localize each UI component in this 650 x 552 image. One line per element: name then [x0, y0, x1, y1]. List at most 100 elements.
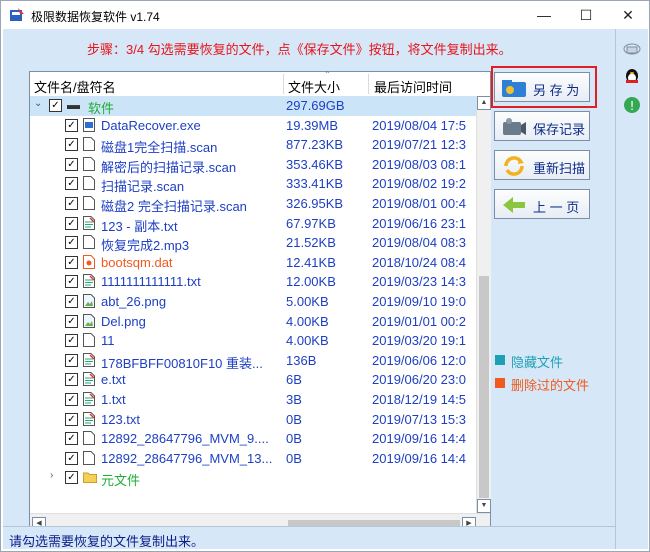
file-size: 326.95KB — [286, 196, 344, 211]
scroll-down-icon[interactable]: ▼ — [477, 499, 491, 513]
file-row[interactable]: ✓ 1111111111111.txt 12.00KB 2019/03/23 14:3 — [30, 272, 476, 292]
client-area: 步骤：3/4 勾选需要恢复的文件，点《保存文件》按钮，将文件复制出来。 文件名/… — [3, 29, 648, 549]
file-row[interactable]: ✓ 扫描记录.scan 333.41KB 2019/08/02 19:2 — [30, 174, 476, 194]
file-name: 123.txt — [101, 411, 141, 427]
header-separator — [283, 74, 284, 94]
text-file-icon — [83, 372, 95, 387]
file-row[interactable]: ✓ bootsqm.dat 12.41KB 2018/10/24 08:4 — [30, 253, 476, 273]
root-checkbox[interactable]: ✓ — [49, 99, 62, 112]
file-date: 2019/01/01 00:2 — [372, 313, 466, 329]
file-size: 877.23KB — [286, 137, 344, 153]
header-size[interactable]: 文件大小 — [288, 77, 340, 96]
file-checkbox[interactable]: ✓ — [65, 197, 78, 210]
file-name: e.txt — [101, 372, 126, 388]
file-name: abt_26.png — [101, 294, 167, 309]
file-size: 4.00KB — [286, 333, 329, 349]
file-row[interactable]: ✓ 178BFBFF00810F10 重装... 136B 2019/06/06 12… — [30, 351, 476, 371]
file-checkbox[interactable]: ✓ — [65, 216, 78, 230]
file-row[interactable]: ✓ 123.txt 0B 2019/07/13 15:3 — [30, 410, 476, 430]
expand-icon[interactable]: › — [50, 470, 53, 481]
file-size: 12.41KB — [286, 254, 336, 270]
file-checkbox[interactable]: ✓ — [65, 255, 78, 269]
minimize-button[interactable]: — — [523, 1, 565, 29]
file-name: 恢复完成2.mp3 — [101, 238, 190, 254]
blank-file-icon — [83, 156, 95, 171]
file-checkbox[interactable]: ✓ — [65, 138, 78, 152]
vertical-scrollbar[interactable]: ▲ ▼ — [476, 96, 491, 513]
file-row[interactable]: ✓ 恢复完成2.mp3 21.52KB 2019/08/04 08:3 — [30, 233, 476, 253]
file-checkbox[interactable]: ✓ — [65, 314, 78, 328]
scroll-up-icon[interactable]: ▲ — [477, 96, 491, 110]
step-instruction: 步骤：3/4 勾选需要恢复的文件，点《保存文件》按钮，将文件复制出来。 — [87, 42, 512, 57]
text-file-icon — [83, 392, 95, 406]
side-toolbar: ! — [615, 29, 648, 549]
legend-hidden-label: 隐藏文件 — [511, 355, 564, 370]
save-record-button[interactable]: 保存记录 — [494, 111, 590, 141]
vertical-scroll-thumb[interactable] — [479, 276, 489, 498]
file-checkbox[interactable]: ✓ — [65, 393, 78, 406]
close-button[interactable]: ✕ — [607, 1, 649, 29]
file-checkbox[interactable]: ✓ — [65, 373, 78, 387]
file-checkbox[interactable]: ✓ — [65, 432, 78, 446]
file-checkbox[interactable]: ✓ — [65, 118, 78, 132]
file-row[interactable]: ✓ Del.png 4.00KB 2019/01/01 00:2 — [30, 312, 476, 332]
file-date: 2019/06/06 12:0 — [372, 352, 466, 368]
rescan-button[interactable]: 重新扫描 — [494, 150, 590, 180]
qq-penguin-icon[interactable] — [622, 67, 642, 87]
header-date[interactable]: 最后访问时间 — [374, 77, 452, 96]
prev-page-button[interactable]: 上 一 页 — [494, 189, 590, 219]
maximize-button[interactable]: ☐ — [565, 1, 607, 29]
header-name[interactable]: 文件名/盘符名 — [34, 77, 116, 96]
file-row[interactable]: ✓ e.txt 6B 2019/06/20 23:0 — [30, 370, 476, 390]
file-row[interactable]: ✓ DataRecover.exe 19.39MB 2019/08/04 17:5 — [30, 116, 476, 136]
file-checkbox[interactable]: ✓ — [65, 412, 78, 426]
file-date: 2019/06/16 23:1 — [372, 215, 466, 231]
text-file-icon — [83, 274, 95, 289]
help-icon[interactable]: ! — [622, 95, 642, 115]
file-name: 磁盘1完全扫描.scan — [101, 140, 218, 156]
file-name: 解密后的扫描记录.scan — [101, 159, 237, 175]
file-row[interactable]: ✓ 1.txt 3B 2018/12/19 14:5 — [30, 390, 476, 410]
app-window: 极限数据恢复软件 v1.74 — ☐ ✕ 步骤：3/4 勾选需要恢复的文件，点《… — [0, 0, 650, 552]
file-checkbox[interactable]: ✓ — [65, 334, 78, 348]
file-checkbox[interactable]: ✓ — [65, 275, 78, 289]
folder-checkbox[interactable]: ✓ — [65, 471, 78, 485]
network-icon[interactable] — [622, 39, 642, 59]
file-row[interactable]: ✓ abt_26.png 5.00KB 2019/09/10 19:0 — [30, 292, 476, 312]
file-checkbox[interactable]: ✓ — [65, 157, 78, 171]
file-checkbox[interactable]: ✓ — [65, 236, 78, 250]
file-date: 2019/08/04 08:3 — [372, 235, 466, 251]
file-checkbox[interactable]: ✓ — [65, 295, 78, 308]
title-bar: 极限数据恢复软件 v1.74 — ☐ ✕ — [1, 1, 649, 29]
header-separator — [368, 74, 369, 94]
camera-icon — [503, 118, 526, 135]
file-row[interactable]: ✓ 11 4.00KB 2019/03/20 19:1 — [30, 331, 476, 351]
folder-icon — [83, 470, 97, 484]
root-size: 297.69GB — [286, 98, 345, 113]
file-rows: ⌄ ✓ ▬ 软件 297.69GB ✓ DataRecover.exe 19.39M… — [30, 96, 476, 513]
file-row[interactable]: ✓ 解密后的扫描记录.scan 353.46KB 2019/08/03 08:1 — [30, 155, 476, 175]
file-row[interactable]: ✓ 磁盘2 完全扫描记录.scan 326.95KB 2019/08/01 00:4 — [30, 194, 476, 214]
file-checkbox[interactable]: ✓ — [65, 451, 78, 465]
file-date: 2019/09/16 14:4 — [372, 450, 466, 466]
file-size: 12.00KB — [286, 274, 336, 290]
file-size: 353.46KB — [286, 156, 344, 172]
blank-file-icon — [83, 431, 95, 446]
root-row[interactable]: ⌄ ✓ ▬ 软件 297.69GB — [30, 96, 476, 116]
file-size: 19.39MB — [286, 117, 339, 133]
collapse-icon[interactable]: ⌄ — [34, 98, 42, 109]
file-size: 21.52KB — [286, 235, 336, 251]
file-row[interactable]: ✓ 123 - 副本.txt 67.97KB 2019/06/16 23:1 — [30, 214, 476, 234]
file-size: 0B — [286, 411, 302, 427]
save-folder-icon — [502, 80, 526, 97]
file-row[interactable]: ✓ 12892_28647796_MVM_13... 0B 2019/09/16 14… — [30, 449, 476, 469]
file-date: 2019/08/02 19:2 — [372, 176, 466, 192]
file-name: DataRecover.exe — [101, 117, 201, 133]
file-checkbox[interactable]: ✓ — [65, 177, 78, 191]
file-name: Del.png — [101, 313, 146, 329]
file-checkbox[interactable]: ✓ — [65, 353, 78, 367]
file-row[interactable]: ✓ 磁盘1完全扫描.scan 877.23KB 2019/07/21 12:3 — [30, 135, 476, 155]
save-as-button[interactable]: 另 存 为 — [494, 72, 590, 102]
file-row[interactable]: ✓ 12892_28647796_MVM_9.... 0B 2019/09/16 14… — [30, 429, 476, 449]
folder-row[interactable]: › ✓ 元文件 — [30, 468, 476, 488]
